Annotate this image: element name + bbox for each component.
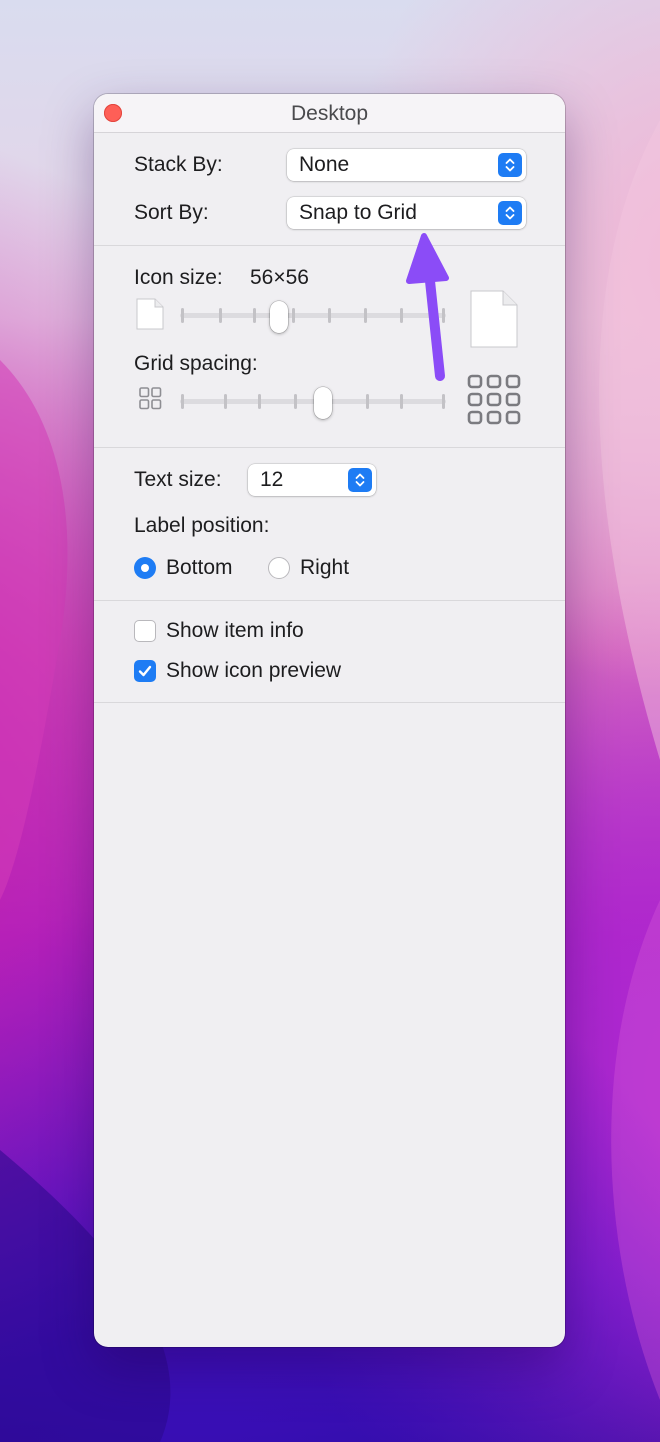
- text-size-value: 12: [260, 468, 284, 491]
- show-icon-preview-checkbox[interactable]: [134, 660, 156, 682]
- bottom-radio[interactable]: [134, 557, 156, 579]
- small-document-icon: [136, 298, 164, 335]
- icon-size-slider[interactable]: [180, 301, 446, 333]
- grid-spacing-slider[interactable]: [180, 387, 446, 419]
- stack-by-popup[interactable]: None: [287, 149, 526, 181]
- text-size-popup[interactable]: 12: [248, 464, 376, 496]
- checkmark-icon: [138, 665, 152, 677]
- icon-size-value: 56×56: [250, 266, 309, 289]
- icon-size-slider-knob[interactable]: [270, 301, 288, 333]
- text-size-label: Text size:: [134, 468, 222, 491]
- stepper-icon: [498, 153, 522, 177]
- arrange-section: Stack By: None Sort By: Snap to Grid: [94, 133, 565, 246]
- sort-by-value: Snap to Grid: [299, 201, 417, 224]
- icon-size-label: Icon size:: [134, 266, 223, 289]
- right-radio-label[interactable]: Right: [300, 556, 349, 580]
- sort-by-label: Sort By:: [134, 201, 209, 224]
- large-grid-icon: [467, 374, 521, 431]
- label-position-label: Label position:: [134, 514, 270, 537]
- grid-spacing-label: Grid spacing:: [134, 352, 258, 375]
- small-grid-icon: [139, 387, 163, 416]
- text-section: Text size: 12 Label position: Bottom Rig…: [94, 448, 565, 601]
- stepper-icon: [498, 201, 522, 225]
- show-item-info-checkbox[interactable]: [134, 620, 156, 642]
- show-item-info-label[interactable]: Show item info: [166, 619, 304, 643]
- options-section: Show item info Show icon preview: [94, 601, 565, 703]
- grid-spacing-slider-knob[interactable]: [314, 387, 332, 419]
- large-document-icon: [470, 290, 518, 353]
- empty-panel-area: [94, 703, 565, 1343]
- sort-by-popup[interactable]: Snap to Grid: [287, 197, 526, 229]
- bottom-radio-label[interactable]: Bottom: [166, 556, 233, 580]
- window-title: Desktop: [290, 102, 369, 125]
- right-radio[interactable]: [268, 557, 290, 579]
- show-icon-preview-label[interactable]: Show icon preview: [166, 659, 341, 683]
- stepper-icon: [348, 468, 372, 492]
- stack-by-label: Stack By:: [134, 153, 223, 176]
- stack-by-value: None: [299, 153, 350, 176]
- icon-layout-section: Icon size: 56×56 Grid spacing:: [94, 246, 565, 448]
- desktop-view-options-window: Desktop Stack By: None Sort By: Snap to …: [94, 94, 565, 1347]
- title-bar[interactable]: Desktop: [94, 94, 565, 133]
